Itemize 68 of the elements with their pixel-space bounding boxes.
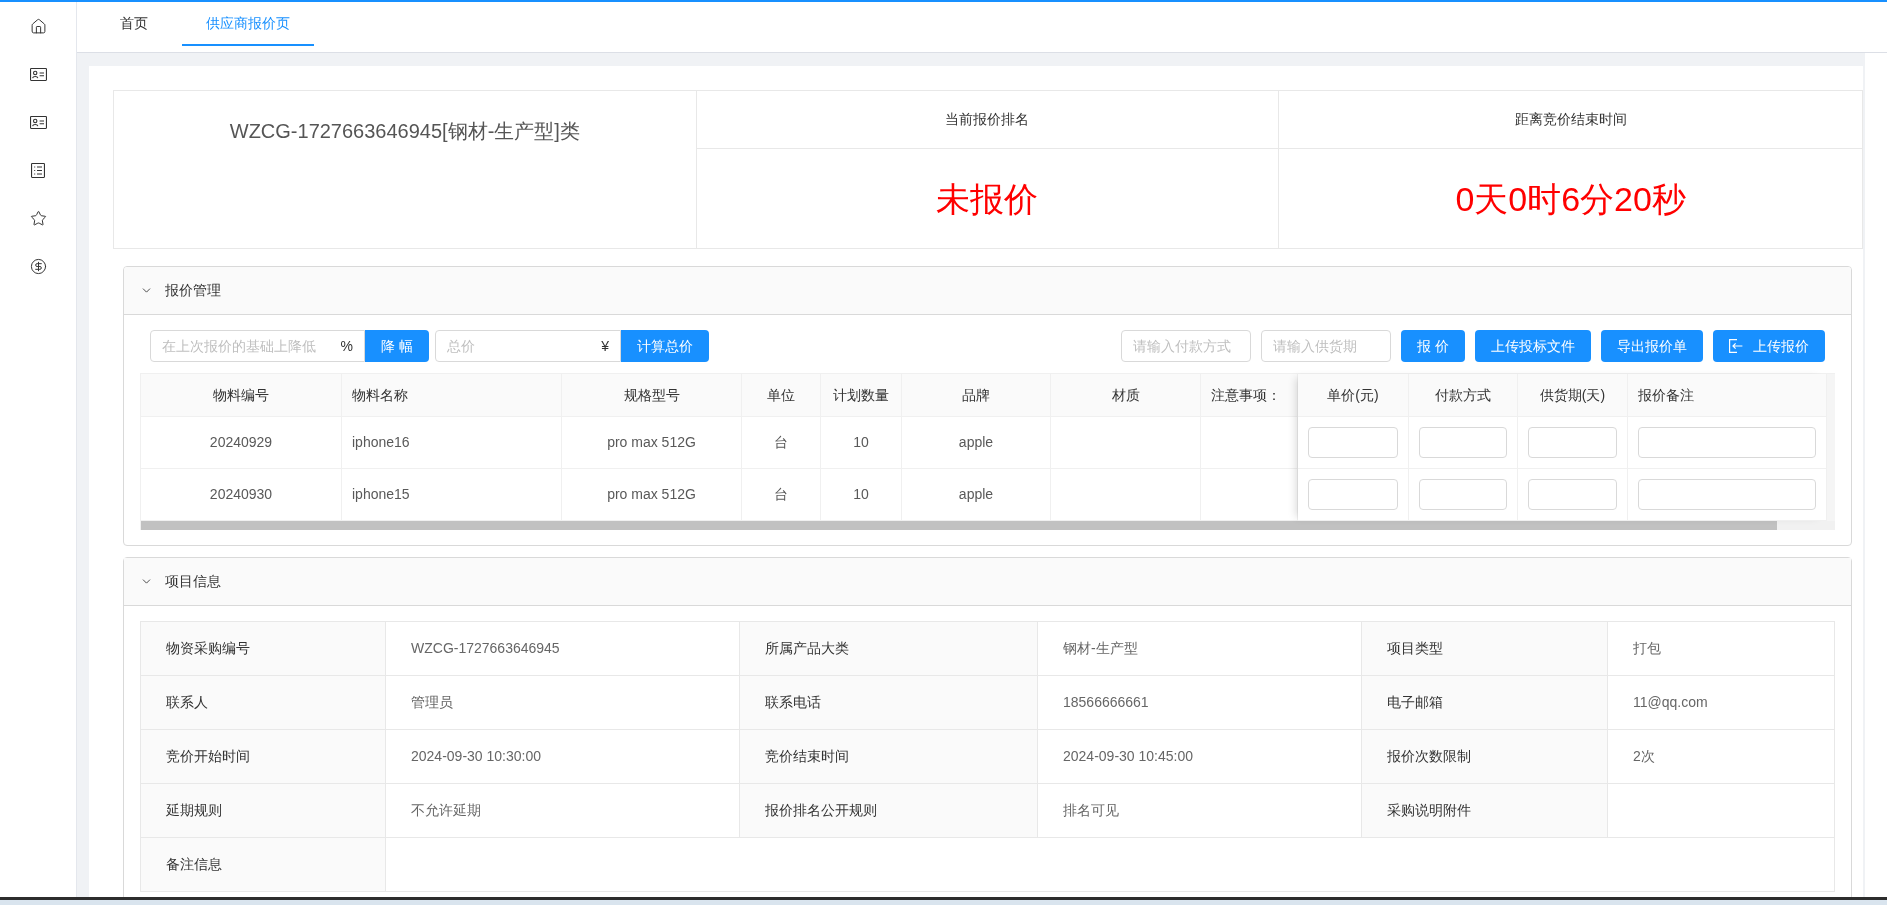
list-icon[interactable] — [31, 162, 45, 178]
stat-label: 距离竞价结束时间 — [1514, 110, 1627, 129]
discount-button[interactable]: 降 幅 — [365, 330, 429, 362]
delivery-days-input[interactable] — [1528, 479, 1617, 510]
field-label: 所属产品大类 — [740, 622, 1038, 676]
field-value: 11@qq.com — [1608, 676, 1835, 730]
unit-suffix: % — [340, 337, 353, 356]
currency-suffix: ¥ — [601, 337, 609, 356]
field-label: 报价排名公开规则 — [740, 784, 1038, 838]
column-header: 物料名称 — [342, 374, 562, 417]
quote-remark-input[interactable] — [1638, 427, 1816, 458]
field-label: 联系人 — [141, 676, 386, 730]
panel-header[interactable]: 报价管理 — [124, 267, 1851, 315]
field-label: 采购说明附件 — [1362, 784, 1608, 838]
table-cell: apple — [902, 417, 1051, 469]
column-header: 单位 — [742, 374, 821, 417]
delivery-days-input[interactable] — [1528, 427, 1617, 458]
star-icon[interactable] — [29, 209, 47, 227]
table-cell: iphone16 — [342, 417, 562, 469]
table-cell: 台 — [742, 417, 821, 469]
table-cell: 10 — [821, 417, 902, 469]
column-header: 供货期(天) — [1518, 374, 1628, 417]
quote-remark-input[interactable] — [1638, 479, 1816, 510]
payment-method-input[interactable] — [1419, 427, 1507, 458]
upload-quote-button[interactable]: 上传报价 — [1713, 330, 1825, 362]
column-header: 规格型号 — [562, 374, 742, 417]
payment-method-field[interactable]: 请输入付款方式 — [1121, 330, 1252, 362]
unit-price-input[interactable] — [1308, 479, 1398, 510]
field-label: 物资采购编号 — [141, 622, 386, 676]
column-header: 品牌 — [902, 374, 1051, 417]
field-label: 竞价开始时间 — [141, 730, 386, 784]
column-header: 付款方式 — [1409, 374, 1518, 417]
quote-button[interactable]: 报 价 — [1401, 330, 1465, 362]
home-icon[interactable] — [29, 17, 47, 35]
column-header: 单价(元) — [1298, 374, 1409, 417]
stat-label: 当前报价排名 — [945, 110, 1030, 129]
calculate-total-button[interactable]: 计算总价 — [621, 330, 709, 362]
stat-value: 0天0时6分20秒 — [1455, 178, 1686, 219]
field-label: 电子邮箱 — [1362, 676, 1608, 730]
import-icon — [1729, 339, 1743, 353]
tab[interactable]: 供应商报价页 — [182, 2, 314, 46]
id-card-icon[interactable] — [29, 115, 47, 129]
field-label: 竞价结束时间 — [740, 730, 1038, 784]
dollar-circle-icon[interactable] — [29, 257, 47, 275]
field-label: 备注信息 — [141, 838, 386, 892]
table-cell: pro max 512G — [562, 417, 742, 469]
field-value: 打包 — [1608, 622, 1835, 676]
column-header: 物料编号 — [141, 374, 342, 417]
panel-header[interactable]: 项目信息 — [124, 558, 1851, 606]
id-card-icon[interactable] — [29, 67, 47, 81]
table-cell: 20240929 — [141, 417, 342, 469]
field-label: 报价次数限制 — [1362, 730, 1608, 784]
upload-bid-file-button[interactable]: 上传投标文件 — [1475, 330, 1591, 362]
column-header: 报价备注 — [1628, 374, 1827, 417]
delivery-period-field[interactable]: 请输入供货期 — [1261, 330, 1392, 362]
field-label: 项目类型 — [1362, 622, 1608, 676]
tab[interactable]: 首页 — [96, 2, 172, 46]
column-header: 注意事项： — [1201, 374, 1298, 417]
column-header: 材质 — [1051, 374, 1201, 417]
export-quote-button[interactable]: 导出报价单 — [1601, 330, 1703, 362]
field-label: 联系电话 — [740, 676, 1038, 730]
field-label: 延期规则 — [141, 784, 386, 838]
field-value: 2次 — [1608, 730, 1835, 784]
stat-value: 未报价 — [936, 178, 1039, 219]
unit-price-input[interactable] — [1308, 427, 1398, 458]
column-header: 计划数量 — [821, 374, 902, 417]
payment-method-input[interactable] — [1419, 479, 1507, 510]
procurement-title: WZCG-1727663646945[钢材-生产型]类 — [229, 119, 580, 143]
